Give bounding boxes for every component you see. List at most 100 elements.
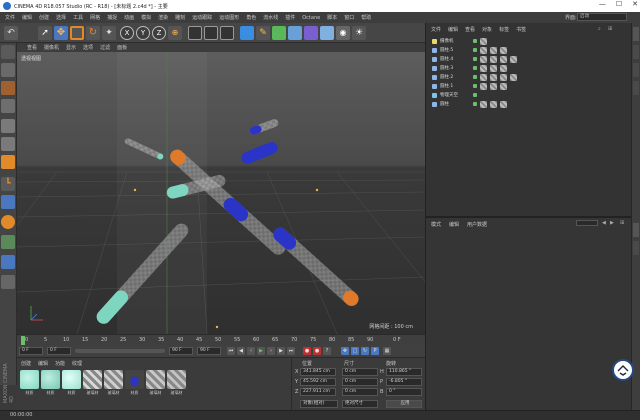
- menu-select[interactable]: 选择: [56, 14, 66, 21]
- attribute-back-icon[interactable]: ◀: [602, 220, 606, 226]
- current-frame-field[interactable]: 0 F: [19, 347, 43, 355]
- rotation-p-field[interactable]: -6.805 °: [386, 378, 422, 386]
- object-row[interactable]: 圆柱.4: [432, 55, 517, 63]
- go-to-start-icon[interactable]: ⏮: [227, 347, 235, 355]
- menu-simulate[interactable]: 模拟: [141, 14, 151, 21]
- parameter-key-icon[interactable]: P: [371, 347, 379, 355]
- attributes-tab[interactable]: [633, 223, 639, 237]
- render-settings-icon[interactable]: [220, 26, 234, 40]
- timeline-layout-icon[interactable]: ▦: [383, 347, 391, 355]
- next-key-icon[interactable]: ▶: [277, 347, 285, 355]
- rotation-h-field[interactable]: 110.865 °: [386, 368, 422, 376]
- structure-tab[interactable]: [633, 81, 639, 95]
- menu-snap[interactable]: 捕捉: [107, 14, 117, 21]
- menu-sculpt[interactable]: 雕刻: [175, 14, 185, 21]
- attribute-menu-mode[interactable]: 模式: [431, 221, 441, 228]
- viewport-menu-options[interactable]: 选项: [83, 44, 93, 51]
- position-y-field[interactable]: 45.592 cm: [300, 378, 336, 386]
- x-axis-lock-icon[interactable]: X: [120, 26, 134, 40]
- size-mode-select[interactable]: 绝对尺寸: [342, 400, 378, 408]
- light-icon[interactable]: ☀: [352, 26, 366, 40]
- menu-render[interactable]: 渲染: [158, 14, 168, 21]
- material-swatch[interactable]: 材质: [20, 370, 39, 398]
- object-manager-search-icon[interactable]: ⌕: [598, 26, 601, 32]
- menu-help[interactable]: 帮助: [361, 14, 371, 21]
- autokey-icon[interactable]: ●: [313, 347, 321, 355]
- object-menu-view[interactable]: 查看: [465, 26, 475, 33]
- workplane-mode-icon[interactable]: [1, 99, 15, 113]
- make-editable-icon[interactable]: [1, 45, 15, 59]
- content-browser-tab[interactable]: [633, 63, 639, 77]
- preview-end-field[interactable]: 90 F: [197, 347, 221, 355]
- workplane-lock-icon[interactable]: [1, 235, 15, 249]
- object-menu-file[interactable]: 文件: [431, 26, 441, 33]
- render-picture-viewer-icon[interactable]: [204, 26, 218, 40]
- layout-select[interactable]: 启动: [577, 13, 627, 21]
- texture-mode-icon[interactable]: [1, 81, 15, 95]
- position-z-field[interactable]: 227.911 cm: [300, 388, 336, 396]
- frame-range-slider[interactable]: [75, 349, 165, 353]
- object-row[interactable]: 圆柱.2: [432, 73, 517, 81]
- visibility-toggle[interactable]: [473, 102, 477, 106]
- material-swatch[interactable]: 玻璃材: [167, 370, 186, 398]
- close-button[interactable]: ✕: [632, 0, 638, 8]
- tweak-mode-icon[interactable]: [1, 195, 15, 209]
- attribute-menu-edit[interactable]: 编辑: [449, 221, 459, 228]
- rotate-tool-icon[interactable]: ↻: [86, 26, 100, 40]
- object-row[interactable]: 圆柱.5: [432, 46, 507, 54]
- object-menu-edit[interactable]: 编辑: [448, 26, 458, 33]
- coordinate-mode-select[interactable]: 对象(相对): [300, 400, 338, 408]
- spline-pen-icon[interactable]: ✎: [256, 26, 270, 40]
- edges-mode-icon[interactable]: [1, 137, 15, 151]
- visibility-toggle[interactable]: [473, 93, 477, 97]
- rotation-b-field[interactable]: 0 °: [386, 388, 422, 396]
- floor-scene-icon[interactable]: [320, 26, 334, 40]
- objects-tab[interactable]: [633, 27, 639, 41]
- select-arrow-icon[interactable]: ➚: [38, 26, 52, 40]
- object-menu-tags[interactable]: 标签: [499, 26, 509, 33]
- menu-window[interactable]: 窗口: [344, 14, 354, 21]
- apply-button[interactable]: 应用: [386, 400, 422, 408]
- menu-edit[interactable]: 编辑: [22, 14, 32, 21]
- end-frame-field[interactable]: 90 F: [169, 347, 193, 355]
- menu-character[interactable]: 角色: [246, 14, 256, 21]
- points-mode-icon[interactable]: [1, 119, 15, 133]
- planar-workplane-icon[interactable]: [1, 275, 15, 289]
- render-view-icon[interactable]: [188, 26, 202, 40]
- visibility-toggle[interactable]: [473, 75, 477, 79]
- attribute-navigation-field[interactable]: [576, 220, 598, 226]
- material-swatch[interactable]: 材质: [125, 370, 144, 398]
- tube-blue-small[interactable]: [249, 118, 280, 136]
- visibility-toggle[interactable]: [473, 48, 477, 52]
- tube-orange-right[interactable]: [270, 225, 361, 309]
- material-menu-edit[interactable]: 编辑: [38, 360, 48, 367]
- locked-workplane-icon[interactable]: [1, 255, 15, 269]
- menu-create[interactable]: 创建: [39, 14, 49, 21]
- deformer-icon[interactable]: [304, 26, 318, 40]
- size-z-field[interactable]: 0 cm: [342, 388, 378, 396]
- attribute-forward-icon[interactable]: ▶: [610, 220, 614, 226]
- viewport-menu-panel[interactable]: 面板: [117, 44, 127, 51]
- material-swatch[interactable]: 玻璃材: [146, 370, 165, 398]
- previous-key-icon[interactable]: ◀: [237, 347, 245, 355]
- takes-tab[interactable]: [633, 45, 639, 59]
- scale-tool-icon[interactable]: [70, 26, 84, 40]
- menu-animate[interactable]: 动画: [124, 14, 134, 21]
- model-mode-icon[interactable]: [1, 63, 15, 77]
- material-swatch[interactable]: 材质: [62, 370, 81, 398]
- move-tool-icon[interactable]: ✥: [54, 26, 68, 40]
- visibility-toggle[interactable]: [473, 66, 477, 70]
- object-row[interactable]: 圆柱: [432, 100, 507, 108]
- object-manager-layout-icon[interactable]: ⊞: [608, 26, 612, 32]
- record-keys-icon[interactable]: ●: [303, 347, 311, 355]
- material-swatch[interactable]: 材质: [41, 370, 60, 398]
- material-swatch[interactable]: 玻璃材: [83, 370, 102, 398]
- size-y-field[interactable]: 0 cm: [342, 378, 378, 386]
- previous-frame-icon[interactable]: ‹: [247, 347, 255, 355]
- rotation-key-icon[interactable]: ↻: [361, 347, 369, 355]
- enable-axis-icon[interactable]: ┗: [1, 177, 15, 191]
- object-row[interactable]: 物理天空: [432, 91, 477, 99]
- menu-mesh[interactable]: 网格: [90, 14, 100, 21]
- object-row[interactable]: 圆柱.1: [432, 82, 507, 90]
- nurbs-generator-icon[interactable]: [272, 26, 286, 40]
